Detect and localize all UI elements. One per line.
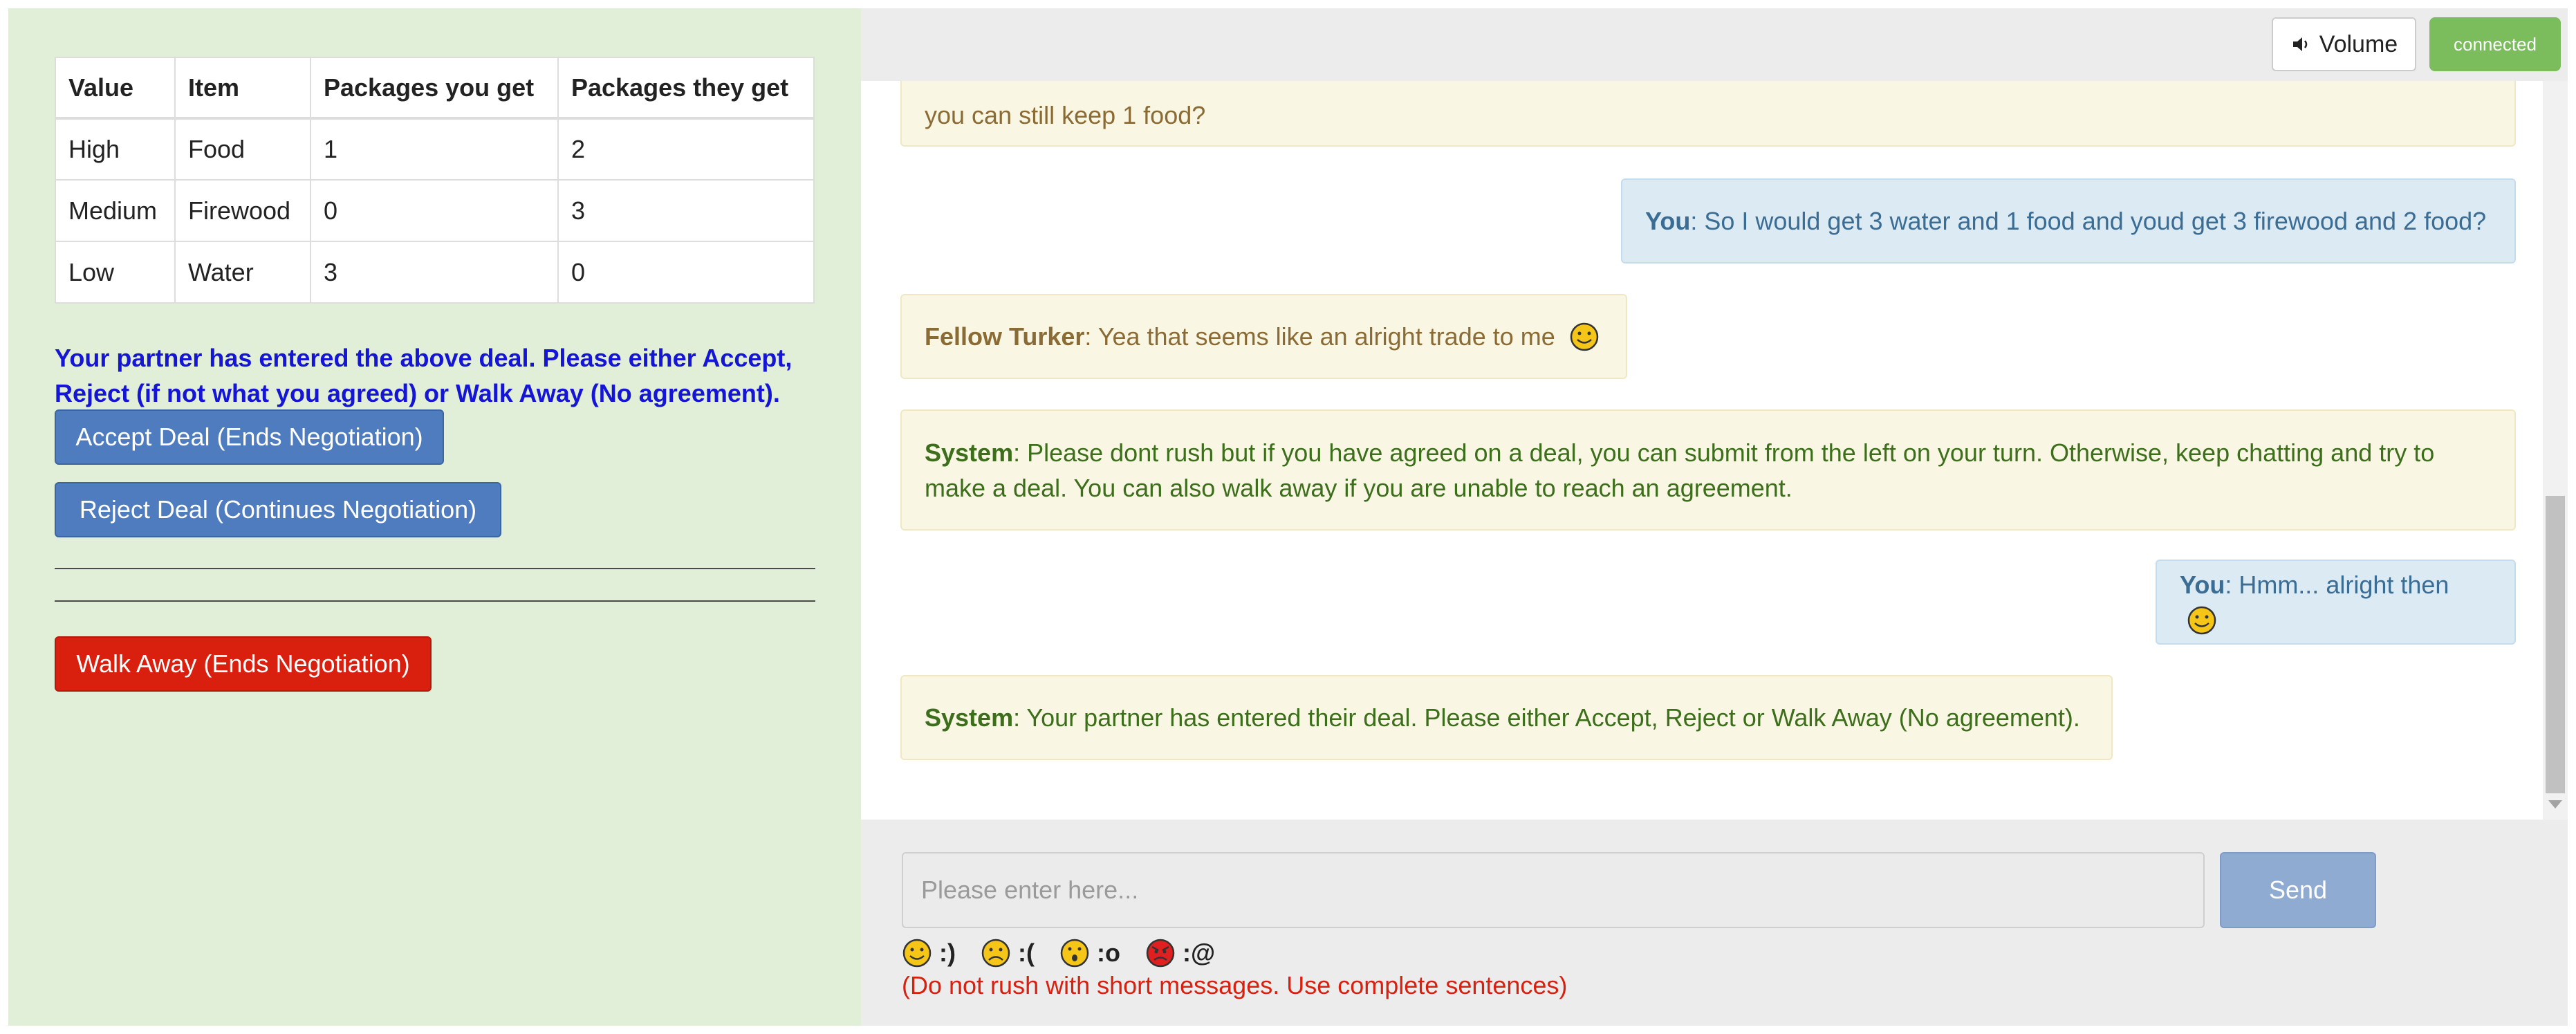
message-text: you can still keep 1 food?	[925, 101, 1206, 129]
table-row: Low Water 3 0	[55, 241, 815, 304]
emoji-code: :(	[1017, 939, 1035, 967]
cell-they-get: 0	[557, 241, 815, 304]
chat-messages: you can still keep 1 food? You: So I wou…	[861, 81, 2555, 820]
header-item: Item	[174, 57, 311, 120]
speaker-icon	[2292, 37, 2308, 51]
walk-away-button[interactable]: Walk Away (Ends Negotiation)	[55, 636, 432, 692]
chat-panel: Volume connected you can still keep 1 fo…	[861, 8, 2568, 1026]
cell-value: Low	[55, 241, 176, 304]
cell-item: Food	[174, 118, 311, 181]
cell-item: Water	[174, 241, 311, 304]
scrollbar-thumb[interactable]	[2546, 496, 2565, 793]
chat-message: You: So I would get 3 water and 1 food a…	[1621, 178, 2516, 264]
chat-input-area: Send :)	[861, 820, 2568, 1026]
message-speaker: You	[1645, 207, 1691, 235]
frown-emoji-icon	[981, 939, 1010, 968]
volume-button[interactable]: Volume	[2272, 17, 2416, 71]
emoji-shortcut-surprised[interactable]: :o	[1059, 938, 1120, 968]
scroll-down-arrow-icon[interactable]	[2548, 800, 2562, 809]
message-speaker: You	[2180, 570, 2225, 599]
divider	[55, 600, 815, 602]
message-text: : Yea that seems like an alright trade t…	[1084, 322, 1555, 351]
cell-value: High	[55, 118, 176, 181]
header-packages-they-get: Packages they get	[557, 57, 815, 120]
cell-you-get: 1	[310, 118, 559, 181]
accept-deal-button[interactable]: Accept Deal (Ends Negotiation)	[55, 409, 444, 465]
reject-deal-button[interactable]: Reject Deal (Continues Negotiation)	[55, 482, 501, 537]
emoji-shortcut-frown[interactable]: :(	[981, 938, 1035, 968]
message-text: : Your partner has entered their deal. P…	[1013, 703, 2080, 732]
chat-message: System: Your partner has entered their d…	[900, 675, 2113, 760]
send-button[interactable]: Send	[2220, 852, 2376, 928]
message-speaker: System	[925, 703, 1014, 732]
emoji-shortcuts: :) :(:o:@	[902, 936, 1240, 970]
message-speaker: System	[925, 438, 1014, 467]
smile-emoji-icon	[902, 939, 932, 968]
volume-label: Volume	[2319, 30, 2398, 57]
chat-message: Fellow Turker: Yea that seems like an al…	[900, 294, 1627, 379]
message-text: : Hmm... alright then	[2225, 570, 2449, 599]
surprised-emoji-icon	[1060, 939, 1089, 968]
chat-message: You: Hmm... alright then	[2156, 560, 2516, 645]
cell-they-get: 3	[557, 179, 815, 242]
chat-top-bar: Volume connected	[861, 8, 2568, 81]
negotiation-app: Value Item Packages you get Packages the…	[8, 8, 2568, 1026]
smiley-icon	[1570, 322, 1599, 351]
cell-you-get: 0	[310, 179, 559, 242]
header-packages-you-get: Packages you get	[310, 57, 559, 120]
chat-message: you can still keep 1 food?	[900, 81, 2516, 147]
message-input[interactable]	[902, 852, 2205, 928]
smiley-icon	[2187, 606, 2216, 634]
divider	[55, 568, 815, 569]
deal-panel: Value Item Packages you get Packages the…	[8, 8, 861, 1026]
table-row: Medium Firewood 0 3	[55, 179, 815, 242]
emoji-shortcut-angry[interactable]: :@	[1145, 938, 1215, 968]
partner-deal-notice: Your partner has entered the above deal.…	[55, 344, 793, 407]
message-text: : So I would get 3 water and 1 food and …	[1690, 207, 2487, 235]
cell-value: Medium	[55, 179, 176, 242]
input-hint: (Do not rush with short messages. Use co…	[902, 971, 1568, 999]
emoji-code: :)	[939, 939, 956, 967]
emoji-shortcut-smile[interactable]: :)	[902, 938, 956, 968]
message-text: : Please dont rush but if you have agree…	[925, 438, 2435, 502]
header-value: Value	[55, 57, 176, 120]
cell-item: Firewood	[174, 179, 311, 242]
table-row: High Food 1 2	[55, 118, 815, 181]
cell-they-get: 2	[557, 118, 815, 181]
table-header-row: Value Item Packages you get Packages the…	[55, 57, 815, 120]
emoji-code: :o	[1096, 939, 1120, 967]
connection-status-badge: connected	[2429, 17, 2561, 71]
chat-scrollbar[interactable]	[2543, 81, 2568, 820]
deal-table: Value Item Packages you get Packages the…	[55, 57, 815, 304]
chat-message: System: Please dont rush but if you have…	[900, 409, 2516, 530]
angry-emoji-icon	[1146, 939, 1175, 968]
message-speaker: Fellow Turker	[925, 322, 1085, 351]
cell-you-get: 3	[310, 241, 559, 304]
emoji-code: :@	[1182, 939, 1216, 967]
